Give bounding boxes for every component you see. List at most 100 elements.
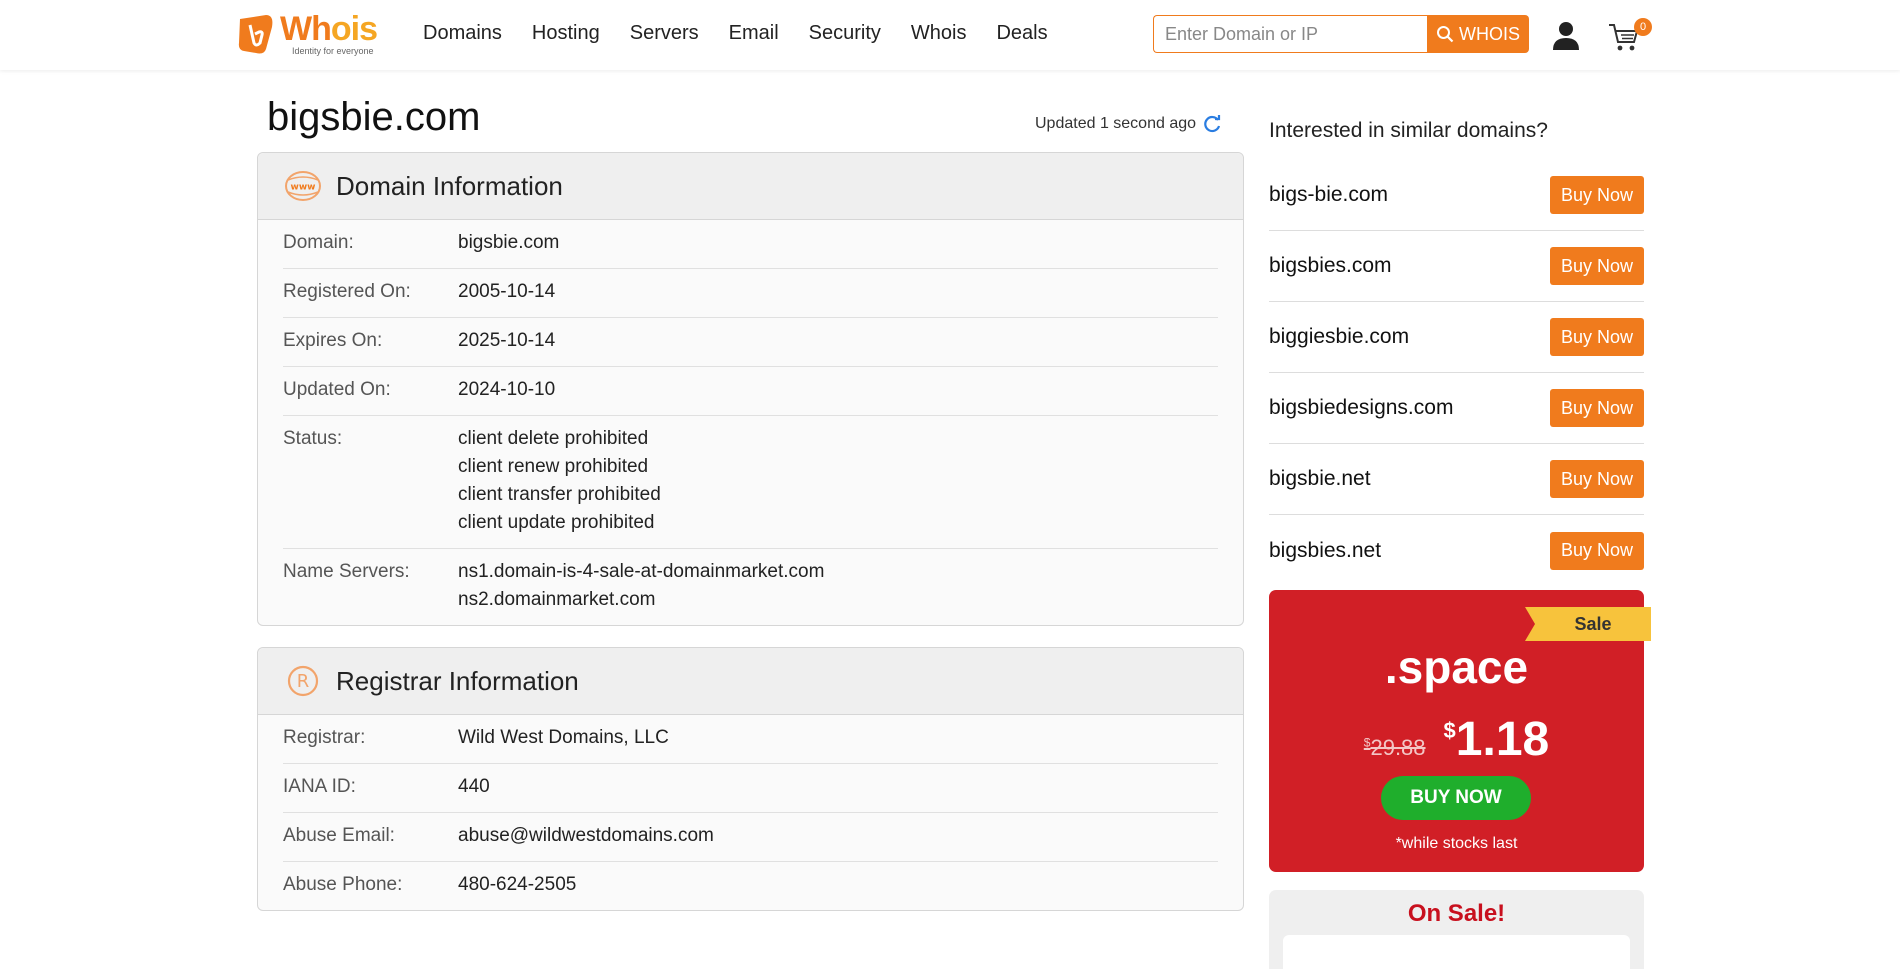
updated-status: Updated 1 second ago xyxy=(1035,114,1222,134)
name-server-value: ns2.domainmarket.com xyxy=(458,589,656,610)
domain-information-rows: Domain: bigsbie.com Registered On: 2005-… xyxy=(258,220,1243,625)
row-label: Registered On: xyxy=(283,281,411,302)
on-sale-card[interactable] xyxy=(1283,935,1630,969)
nav-email[interactable]: Email xyxy=(729,22,779,45)
similar-domain-name[interactable]: biggiesbie.com xyxy=(1269,325,1409,349)
info-row-abuse-phone: Abuse Phone: 480-624-2505 xyxy=(283,862,1218,910)
logo-mark-icon xyxy=(238,15,273,54)
main-nav: Domains Hosting Servers Email Security W… xyxy=(423,22,1078,45)
search-bar: WHOIS xyxy=(1153,15,1529,53)
buy-now-button[interactable]: Buy Now xyxy=(1550,531,1644,570)
row-value: 2024-10-10 xyxy=(458,379,556,400)
sale-tld: .space xyxy=(1384,641,1529,693)
buy-now-button[interactable]: Buy Now xyxy=(1550,247,1644,285)
row-value: Wild West Domains, LLC xyxy=(458,727,669,748)
similar-domains-title: Interested in similar domains? xyxy=(1269,119,1548,142)
registrar-information-header: R Registrar Information xyxy=(258,648,1243,715)
row-label: Status: xyxy=(283,428,343,449)
row-label: Registrar: xyxy=(283,727,366,748)
nav-domains[interactable]: Domains xyxy=(423,22,502,45)
similar-domains-list: bigs-bie.com Buy Now bigsbies.com Buy No… xyxy=(1269,160,1644,586)
nav-whois[interactable]: Whois xyxy=(911,22,967,45)
svg-text:R: R xyxy=(297,671,310,692)
space-sale-promo[interactable]: Sale .space $29.88 $1.18 BUY NOW *while … xyxy=(1269,590,1651,872)
status-value: client update prohibited xyxy=(458,512,655,533)
info-row-expires-on: Expires On: 2025-10-14 xyxy=(283,318,1218,367)
nav-hosting[interactable]: Hosting xyxy=(532,22,600,45)
cart-count-badge: 0 xyxy=(1634,18,1652,36)
whois-logo[interactable]: Whois Identity for everyone xyxy=(236,12,390,56)
similar-domain-name[interactable]: bigsbies.com xyxy=(1269,254,1392,278)
similar-domain-name[interactable]: bigsbies.net xyxy=(1269,539,1381,563)
info-row-registrar: Registrar: Wild West Domains, LLC xyxy=(283,715,1218,764)
similar-domain-name[interactable]: bigsbie.net xyxy=(1269,467,1371,491)
info-row-registered-on: Registered On: 2005-10-14 xyxy=(283,269,1218,318)
status-value: client renew prohibited xyxy=(458,456,649,477)
on-sale-panel: On Sale! xyxy=(1269,890,1644,969)
info-row-name-servers: Name Servers: ns1.domain-is-4-sale-at-do… xyxy=(283,549,1218,625)
site-header: Whois Identity for everyone Domains Host… xyxy=(0,0,1900,70)
row-value: 2025-10-14 xyxy=(458,330,556,351)
info-row-status: Status: client delete prohibited client … xyxy=(283,416,1218,549)
domain-information-header: www Domain Information xyxy=(258,153,1243,220)
cart-button[interactable]: 0 xyxy=(1608,18,1652,52)
row-value: 440 xyxy=(458,776,490,797)
similar-domain-item: bigsbiedesigns.com Buy Now xyxy=(1269,373,1644,444)
domain-information-title: Domain Information xyxy=(336,170,563,201)
similar-domain-item: biggiesbie.com Buy Now xyxy=(1269,302,1644,373)
row-value: 480-624-2505 xyxy=(458,874,577,895)
similar-domain-item: bigsbie.net Buy Now xyxy=(1269,444,1644,515)
similar-domain-item: bigsbies.com Buy Now xyxy=(1269,231,1644,302)
row-label: Domain: xyxy=(283,232,354,253)
row-label: Abuse Email: xyxy=(283,825,395,846)
row-label: Abuse Phone: xyxy=(283,874,403,895)
buy-now-button[interactable]: Buy Now xyxy=(1550,460,1644,498)
user-account-icon[interactable] xyxy=(1552,20,1580,50)
similar-domain-name[interactable]: bigsbiedesigns.com xyxy=(1269,396,1453,420)
sale-ribbon: Sale xyxy=(1525,607,1651,641)
on-sale-title: On Sale! xyxy=(1407,900,1506,927)
new-price-currency: $ xyxy=(1443,718,1456,743)
svg-text:www: www xyxy=(291,183,316,193)
buy-now-button[interactable]: Buy Now xyxy=(1550,389,1644,427)
old-price: $29.88 xyxy=(1364,735,1426,761)
domain-information-card: www Domain Information Domain: bigsbie.c… xyxy=(257,152,1244,626)
whois-search-button[interactable]: WHOIS xyxy=(1427,15,1529,53)
search-input[interactable] xyxy=(1153,15,1427,53)
row-label: Expires On: xyxy=(283,330,383,351)
refresh-icon[interactable] xyxy=(1202,114,1222,134)
www-globe-icon: www xyxy=(285,171,321,201)
sale-buy-now-button[interactable]: BUY NOW xyxy=(1381,776,1531,820)
similar-domain-name[interactable]: bigs-bie.com xyxy=(1269,183,1388,207)
page-title: bigsbie.com xyxy=(267,95,481,139)
old-price-value: 29.88 xyxy=(1370,735,1426,760)
search-button-label: WHOIS xyxy=(1459,23,1520,44)
similar-domain-item: bigs-bie.com Buy Now xyxy=(1269,160,1644,231)
registrar-information-card: R Registrar Information Registrar: Wild … xyxy=(257,647,1244,911)
updated-text: Updated 1 second ago xyxy=(1035,115,1197,132)
new-price: $1.18 xyxy=(1444,712,1550,767)
row-label: Name Servers: xyxy=(283,561,410,582)
status-value: client transfer prohibited xyxy=(458,484,661,505)
registrar-information-title: Registrar Information xyxy=(336,665,579,696)
status-value: client delete prohibited xyxy=(458,428,649,449)
buy-now-button[interactable]: Buy Now xyxy=(1550,318,1644,356)
sale-note: *while stocks last xyxy=(1395,835,1518,852)
row-value: 2005-10-14 xyxy=(458,281,556,302)
new-price-value: 1.18 xyxy=(1455,713,1550,766)
nav-servers[interactable]: Servers xyxy=(630,22,699,45)
nav-deals[interactable]: Deals xyxy=(996,22,1047,45)
row-value: abuse@wildwestdomains.com xyxy=(458,825,714,846)
name-server-value: ns1.domain-is-4-sale-at-domainmarket.com xyxy=(458,561,825,582)
search-icon xyxy=(1437,26,1454,43)
logo-tagline: Identity for everyone xyxy=(292,46,374,56)
logo-word-a: Wh xyxy=(280,10,332,48)
nav-security[interactable]: Security xyxy=(809,22,881,45)
row-label: IANA ID: xyxy=(283,776,356,797)
info-row-domain: Domain: bigsbie.com xyxy=(283,220,1218,269)
registrar-information-rows: Registrar: Wild West Domains, LLC IANA I… xyxy=(258,715,1243,910)
buy-now-button[interactable]: Buy Now xyxy=(1550,176,1644,214)
row-label: Updated On: xyxy=(283,379,391,400)
info-row-updated-on: Updated On: 2024-10-10 xyxy=(283,367,1218,416)
info-row-abuse-email: Abuse Email: abuse@wildwestdomains.com xyxy=(283,813,1218,862)
